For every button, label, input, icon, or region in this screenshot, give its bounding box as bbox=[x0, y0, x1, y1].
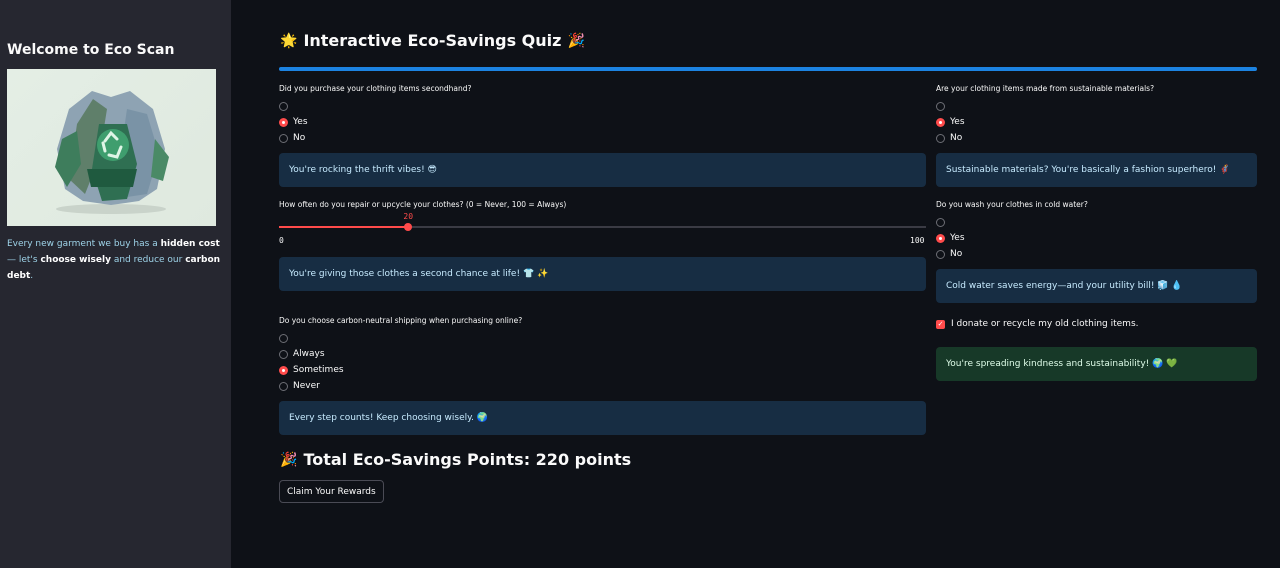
radio-empty-icon bbox=[279, 333, 288, 343]
radio-empty-icon bbox=[936, 249, 945, 259]
q1-label: Did you purchase your clothing items sec… bbox=[279, 84, 472, 93]
q6-feedback: You're spreading kindness and sustainabi… bbox=[936, 347, 1257, 381]
q1-feedback: You're rocking the thrift vibes! 😎 bbox=[279, 153, 926, 187]
claim-rewards-button[interactable]: Claim Your Rewards bbox=[279, 480, 384, 503]
sun-icon: 🌟 bbox=[280, 32, 298, 49]
q4-option-no[interactable]: No bbox=[936, 130, 965, 146]
page-title: 🌟 Interactive Eco-Savings Quiz 🎉 bbox=[280, 31, 585, 50]
checkbox-checked-icon[interactable]: ✓ bbox=[936, 319, 945, 329]
sidebar: Welcome to Eco Scan Every new garment we… bbox=[0, 0, 231, 568]
radio-empty-icon bbox=[279, 101, 288, 111]
q3-feedback: Every step counts! Keep choosing wisely.… bbox=[279, 401, 926, 435]
q6-label: I donate or recycle my old clothing item… bbox=[951, 319, 1139, 329]
q5-option-blank[interactable] bbox=[936, 214, 965, 230]
radio-empty-icon bbox=[936, 217, 945, 227]
main-content: 🌟 Interactive Eco-Savings Quiz 🎉 Did you… bbox=[231, 0, 1280, 568]
radio-selected-icon bbox=[936, 233, 945, 243]
radio-selected-icon bbox=[279, 117, 288, 127]
q2-slider-thumb[interactable] bbox=[404, 223, 413, 231]
radio-empty-icon bbox=[279, 381, 288, 391]
q4-option-blank[interactable] bbox=[936, 98, 965, 114]
radio-selected-icon bbox=[279, 365, 288, 375]
q2-feedback: You're giving those clothes a second cha… bbox=[279, 257, 926, 291]
q5-option-yes[interactable]: Yes bbox=[936, 230, 965, 246]
q2-slider-min: 0 bbox=[279, 236, 284, 245]
total-points: 🎉 Total Eco-Savings Points: 220 points bbox=[280, 450, 631, 469]
sidebar-hero-image bbox=[7, 69, 216, 226]
radio-empty-icon bbox=[279, 349, 288, 359]
q5-feedback: Cold water saves energy—and your utility… bbox=[936, 269, 1257, 303]
sidebar-description: Every new garment we buy has a hidden co… bbox=[7, 239, 221, 281]
party-popper-icon: 🎉 bbox=[280, 451, 298, 468]
q2-label: How often do you repair or upcycle your … bbox=[279, 200, 567, 209]
radio-selected-icon bbox=[936, 117, 945, 127]
page-title-text: Interactive Eco-Savings Quiz bbox=[303, 31, 562, 50]
progress-bar bbox=[279, 67, 1257, 71]
q3-option-never[interactable]: Never bbox=[279, 378, 344, 394]
q3-radio-group: Always Sometimes Never bbox=[279, 330, 344, 394]
q2-slider-value: 20 bbox=[403, 212, 414, 221]
q2-slider-max: 100 bbox=[910, 236, 925, 245]
q5-label: Do you wash your clothes in cold water? bbox=[936, 200, 1088, 209]
total-points-text: Total Eco-Savings Points: 220 points bbox=[303, 450, 632, 469]
party-popper-icon: 🎉 bbox=[567, 32, 585, 49]
progress-bar-fill bbox=[279, 67, 1257, 71]
q1-option-yes[interactable]: Yes bbox=[279, 114, 308, 130]
q3-option-sometimes[interactable]: Sometimes bbox=[279, 362, 344, 378]
radio-empty-icon bbox=[936, 101, 945, 111]
sidebar-title: Welcome to Eco Scan bbox=[7, 42, 175, 58]
q1-option-no[interactable]: No bbox=[279, 130, 308, 146]
q2-slider-fill bbox=[279, 226, 409, 228]
q4-option-yes[interactable]: Yes bbox=[936, 114, 965, 130]
q4-radio-group: Yes No bbox=[936, 98, 965, 146]
q6-checkbox-row[interactable]: ✓ I donate or recycle my old clothing it… bbox=[936, 319, 1139, 329]
q5-radio-group: Yes No bbox=[936, 214, 965, 262]
q3-label: Do you choose carbon-neutral shipping wh… bbox=[279, 316, 523, 325]
q4-label: Are your clothing items made from sustai… bbox=[936, 84, 1155, 93]
q3-option-always[interactable]: Always bbox=[279, 346, 344, 362]
radio-empty-icon bbox=[279, 133, 288, 143]
q5-option-no[interactable]: No bbox=[936, 246, 965, 262]
q4-feedback: Sustainable materials? You're basically … bbox=[936, 153, 1257, 187]
q1-radio-group: Yes No bbox=[279, 98, 308, 146]
radio-empty-icon bbox=[936, 133, 945, 143]
q3-option-blank[interactable] bbox=[279, 330, 344, 346]
q1-option-blank[interactable] bbox=[279, 98, 308, 114]
